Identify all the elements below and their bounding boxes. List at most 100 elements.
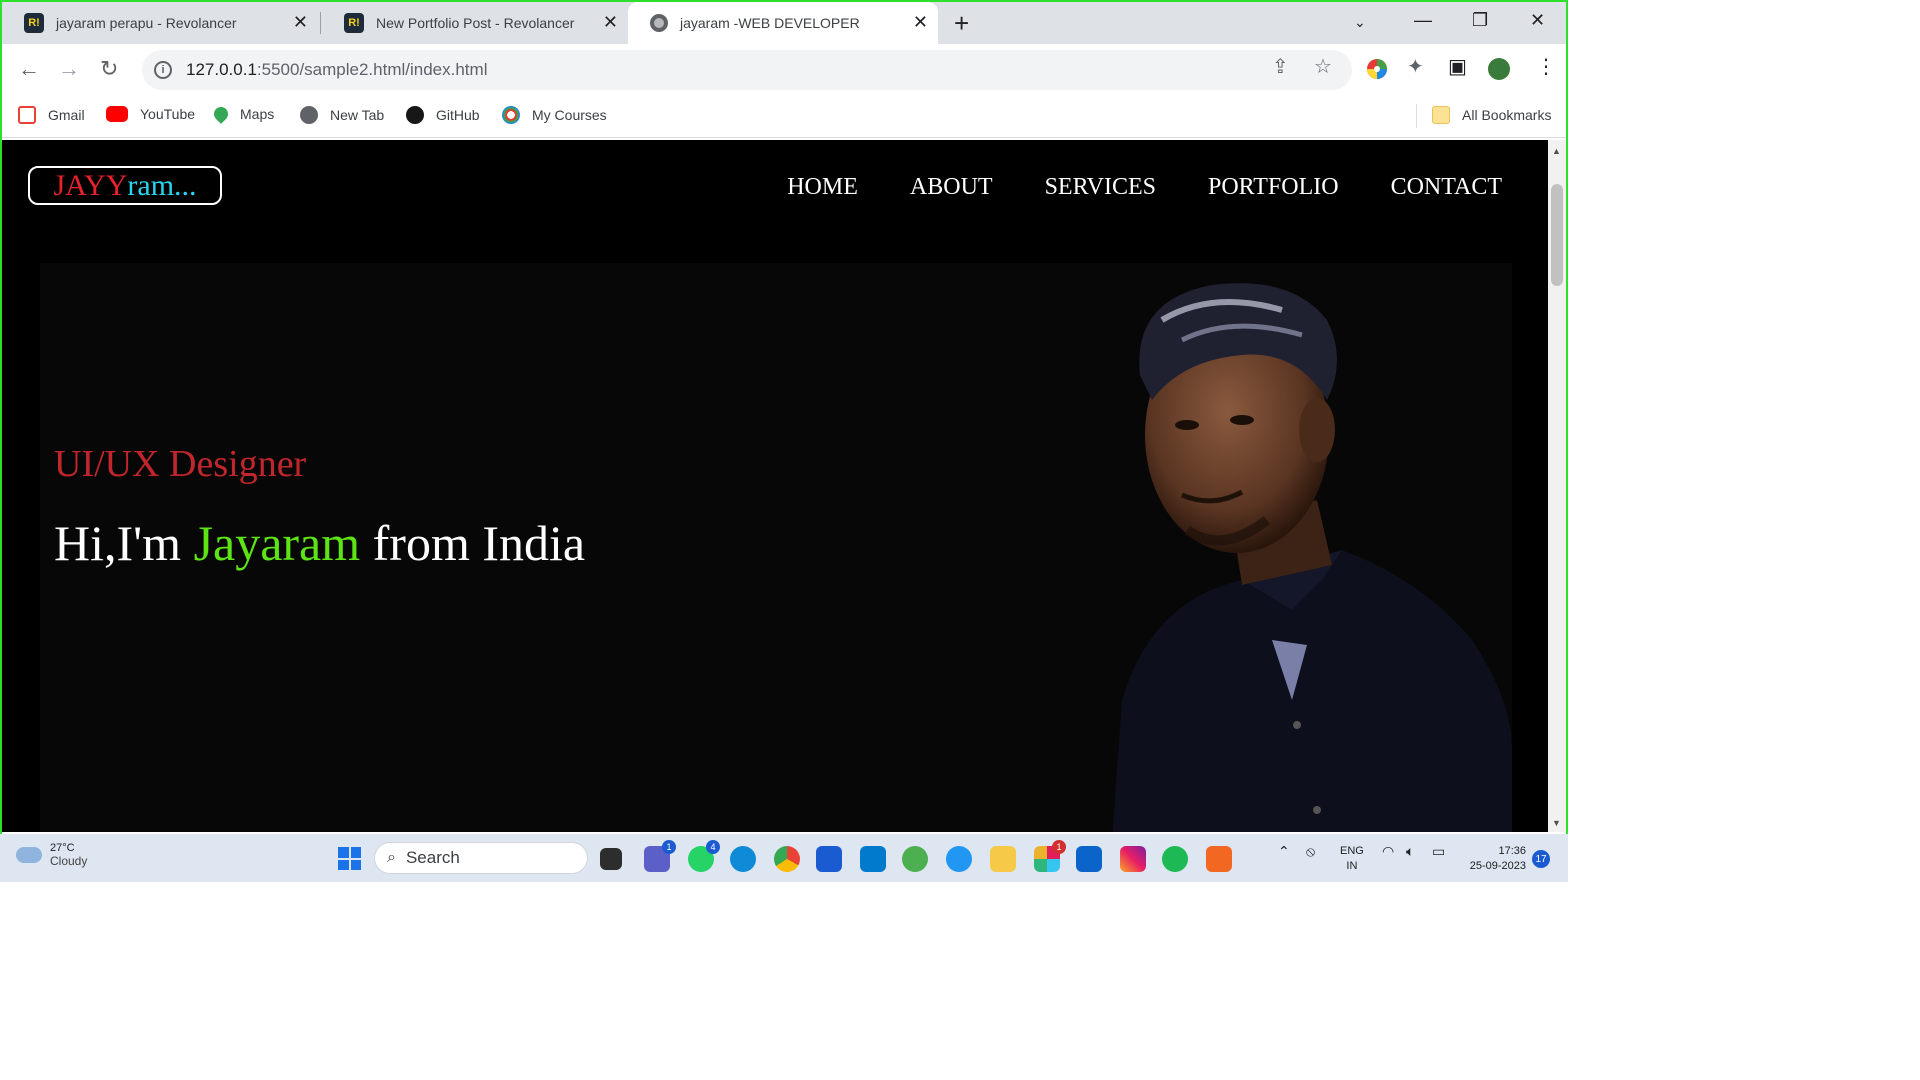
github-icon <box>406 106 424 124</box>
teams-icon[interactable]: 1 <box>644 840 676 872</box>
instagram-icon[interactable] <box>1120 846 1146 872</box>
bookmark-label: All Bookmarks <box>1462 107 1552 123</box>
scroll-up-arrow-icon[interactable]: ▲ <box>1552 146 1561 156</box>
bookmark-maps[interactable]: Maps <box>211 104 275 124</box>
bookmark-label: Maps <box>240 106 275 122</box>
taskbar-search[interactable]: ⌕ Search <box>374 842 588 874</box>
forward-button[interactable]: → <box>58 56 80 82</box>
minimize-button[interactable]: — <box>1414 10 1432 31</box>
globe-icon <box>650 14 668 32</box>
menu-kebab-icon[interactable]: ⋮ <box>1536 54 1556 79</box>
globe-icon <box>300 106 318 124</box>
show-hidden-icons-chevron-icon[interactable]: ⌃ <box>1278 844 1290 859</box>
edge-icon[interactable] <box>730 846 756 872</box>
site-logo[interactable]: JAYY ram... <box>28 166 222 205</box>
bookmark-label: YouTube <box>140 106 196 122</box>
hero-headline: Hi,I'm Jayaram from India <box>54 514 585 572</box>
wifi-icon[interactable]: ◠ <box>1382 844 1394 859</box>
battery-icon[interactable]: ▭ <box>1432 844 1445 859</box>
task-view-icon[interactable] <box>600 848 622 870</box>
bookmarks-bar: Gmail YouTube Maps New Tab GitHub My Cou… <box>2 96 1566 138</box>
folder-icon <box>1432 106 1450 124</box>
clock-time: 17:36 <box>1498 845 1526 857</box>
youtube-icon <box>106 106 128 122</box>
spotify-icon[interactable] <box>1162 846 1188 872</box>
clock[interactable]: 17:36 25-09-2023 <box>1462 844 1526 874</box>
tab-search-chevron-icon[interactable]: ⌄ <box>1354 14 1366 31</box>
revolancer-favicon-icon: R! <box>24 13 44 33</box>
close-tab-icon[interactable]: ✕ <box>603 12 618 33</box>
bookmark-label: New Tab <box>330 107 385 123</box>
q-app-icon[interactable] <box>1206 846 1232 872</box>
nav-about[interactable]: ABOUT <box>910 174 993 201</box>
tab-separator <box>320 12 321 34</box>
file-explorer-icon[interactable] <box>990 846 1016 872</box>
tab-strip: R! jayaram perapu - Revolancer ✕ R! New … <box>2 2 1566 44</box>
bookmark-new-tab[interactable]: New Tab <box>300 106 384 124</box>
share-icon[interactable]: ⇪ <box>1272 54 1289 79</box>
help-icon[interactable] <box>946 846 972 872</box>
close-tab-icon[interactable]: ✕ <box>293 12 308 33</box>
headline-prefix: Hi,I'm <box>54 515 194 571</box>
restore-button[interactable]: ❐ <box>1472 10 1488 31</box>
volume-icon[interactable]: 🔈︎ <box>1406 844 1414 859</box>
network-off-icon[interactable]: ⦸ <box>1306 844 1315 859</box>
store-icon[interactable] <box>816 846 842 872</box>
vscode-icon[interactable] <box>860 846 886 872</box>
tab-revolancer-profile[interactable]: R! jayaram perapu - Revolancer ✕ <box>2 2 318 44</box>
profile-avatar[interactable] <box>1488 58 1510 80</box>
color-wheel-extension-icon[interactable] <box>1366 58 1388 80</box>
nav-services[interactable]: SERVICES <box>1045 174 1156 201</box>
close-window-button[interactable]: ✕ <box>1530 10 1545 31</box>
notification-count-badge[interactable]: 17 <box>1532 850 1550 868</box>
bookmark-youtube[interactable]: YouTube <box>106 106 195 122</box>
scrollbar-thumb[interactable] <box>1551 184 1563 286</box>
maps-pin-icon <box>211 104 231 124</box>
extensions-puzzle-icon[interactable]: ✦ <box>1407 54 1424 79</box>
nav-home[interactable]: HOME <box>787 174 858 201</box>
bookmark-star-icon[interactable]: ☆ <box>1314 54 1332 79</box>
windows-taskbar: 27°C Cloudy ⌕ Search 1 4 1 ⌃ ⦸ ENG IN ◠ … <box>0 834 1568 882</box>
bookmark-my-courses[interactable]: My Courses <box>502 106 607 124</box>
bookmark-label: My Courses <box>532 107 607 123</box>
bookmark-gmail[interactable]: Gmail <box>18 106 85 124</box>
language-indicator[interactable]: ENG IN <box>1340 844 1364 874</box>
side-panel-icon[interactable]: ▣ <box>1448 54 1467 79</box>
portfolio-page: JAYY ram... HOME ABOUT SERVICES PORTFOLIO… <box>2 140 1548 832</box>
weather-widget[interactable]: 27°C Cloudy <box>16 842 87 868</box>
region-code: IN <box>1346 860 1358 872</box>
chrome-icon[interactable] <box>774 846 800 872</box>
windows-start-icon[interactable] <box>338 847 361 870</box>
whatsapp-icon[interactable]: 4 <box>688 840 720 872</box>
whatsapp-badge: 4 <box>706 840 720 854</box>
mail-icon[interactable] <box>1076 846 1102 872</box>
browser-toolbar: ← → ↻ i 127.0.0.1:5500/sample2.html/inde… <box>2 44 1566 96</box>
nav-contact[interactable]: CONTACT <box>1391 174 1502 201</box>
tab-jayaram-web-developer[interactable]: jayaram -WEB DEVELOPER ✕ <box>628 2 938 44</box>
app-leaf-icon[interactable] <box>902 846 928 872</box>
language-code: ENG <box>1340 845 1364 857</box>
slack-icon[interactable]: 1 <box>1034 840 1066 872</box>
all-bookmarks-folder[interactable]: All Bookmarks <box>1432 106 1551 124</box>
gmail-icon <box>18 106 36 124</box>
reload-button[interactable]: ↻ <box>100 56 118 82</box>
headline-suffix: from India <box>360 515 586 571</box>
new-tab-button[interactable]: + <box>954 8 969 39</box>
search-icon: ⌕ <box>387 849 396 866</box>
slack-badge: 1 <box>1052 840 1066 854</box>
scroll-down-arrow-icon[interactable]: ▼ <box>1552 818 1561 828</box>
tab-title: jayaram -WEB DEVELOPER <box>680 15 860 31</box>
search-label: Search <box>405 848 460 867</box>
bookmark-label: GitHub <box>436 107 480 123</box>
back-button[interactable]: ← <box>18 56 40 82</box>
tab-title: jayaram perapu - Revolancer <box>56 15 237 31</box>
close-tab-icon[interactable]: ✕ <box>913 12 928 33</box>
page-scrollbar[interactable]: ▲ ▼ <box>1548 140 1566 832</box>
site-info-icon[interactable]: i <box>154 61 172 79</box>
courses-icon <box>502 106 520 124</box>
url-text: 127.0.0.1:5500/sample2.html/index.html <box>186 60 488 79</box>
nav-portfolio[interactable]: PORTFOLIO <box>1208 174 1339 201</box>
address-bar[interactable]: i 127.0.0.1:5500/sample2.html/index.html <box>142 50 1352 90</box>
bookmark-github[interactable]: GitHub <box>406 106 480 124</box>
tab-new-portfolio-post[interactable]: R! New Portfolio Post - Revolancer ✕ <box>322 2 628 44</box>
